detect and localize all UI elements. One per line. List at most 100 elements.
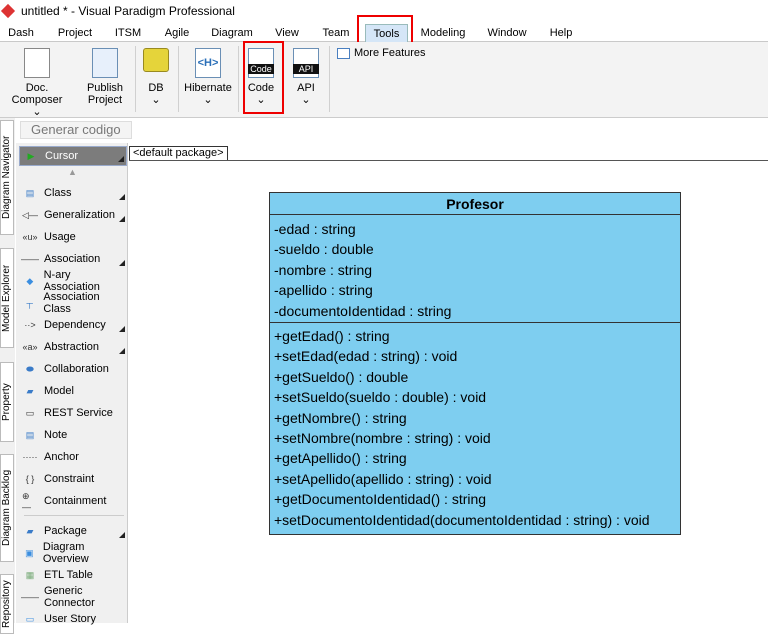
package-icon: ▰ xyxy=(26,525,34,536)
api-icon-label: API xyxy=(293,64,319,74)
class-operation[interactable]: +getSueldo() : double xyxy=(274,367,680,387)
association-class-icon: ┬ xyxy=(26,298,33,308)
tab-window[interactable]: Window xyxy=(486,24,528,42)
more-features-button[interactable]: More Features xyxy=(337,47,426,59)
publish-project-icon xyxy=(92,48,118,78)
palette-item-class[interactable]: ▤ Class xyxy=(19,183,127,203)
scroll-up-icon[interactable]: ▲ xyxy=(68,167,77,177)
palette-item-dependency[interactable]: ··> Dependency xyxy=(19,315,127,335)
tab-diagram[interactable]: Diagram xyxy=(210,24,254,42)
palette-item-note[interactable]: ▤ Note xyxy=(19,425,127,445)
palette-item-model[interactable]: ▰ Model xyxy=(19,381,127,401)
palette-item-etl-table[interactable]: ▦ ETL Table xyxy=(19,565,127,585)
tab-team[interactable]: Team xyxy=(320,24,352,42)
tab-help[interactable]: Help xyxy=(546,24,576,42)
tab-agile[interactable]: Agile xyxy=(162,24,192,42)
doc-composer-button[interactable]: Doc. Composer ⌄ xyxy=(6,46,68,118)
tab-project[interactable]: Project xyxy=(55,24,95,42)
palette-item-label: N-ary Association xyxy=(43,269,100,293)
palette-item-label: REST Service xyxy=(44,407,113,419)
class-operation[interactable]: +setDocumentoIdentidad(documentoIdentida… xyxy=(274,510,680,530)
class-operation[interactable]: +getDocumentoIdentidad() : string xyxy=(274,489,680,509)
class-attribute[interactable]: -nombre : string xyxy=(274,260,680,280)
class-operation[interactable]: +setNombre(nombre : string) : void xyxy=(274,428,680,448)
palette-item-label: Dependency xyxy=(44,319,106,331)
expand-triangle-icon[interactable] xyxy=(118,156,124,162)
palette-item-constraint[interactable]: { } Constraint xyxy=(19,469,127,489)
hibernate-button[interactable]: <H> Hibernate ⌄ xyxy=(182,46,234,106)
publish-label: Publish xyxy=(86,82,124,94)
palette-item-package[interactable]: ▰ Package xyxy=(19,521,127,541)
more-features-icon xyxy=(337,47,350,59)
tab-modeling[interactable]: Modeling xyxy=(420,24,466,42)
palette-item-generic-connector[interactable]: —— Generic Connector xyxy=(19,585,127,609)
expand-triangle-icon[interactable] xyxy=(119,260,125,266)
separator xyxy=(178,46,179,112)
palette-item-association-class[interactable]: ┬ Association Class xyxy=(19,291,127,315)
tab-itsm[interactable]: ITSM xyxy=(112,24,144,42)
palette-item-cursor[interactable]: ▶ Cursor xyxy=(19,146,127,166)
breadcrumb[interactable]: Generar codigo xyxy=(20,121,132,139)
class-operation[interactable]: +getNombre() : string xyxy=(274,408,680,428)
palette-item-generalization[interactable]: ◁— Generalization xyxy=(19,205,127,225)
side-tab-diagram-navigator[interactable]: Diagram Navigator xyxy=(0,120,14,235)
palette-item-containment[interactable]: ⊕— Containment xyxy=(19,491,127,512)
class-attribute[interactable]: -documentoIdentidad : string xyxy=(274,301,680,321)
tab-dash[interactable]: Dash xyxy=(4,24,38,42)
palette-item-diagram-overview[interactable]: ▣ Diagram Overview xyxy=(19,541,127,565)
note-icon: ▤ xyxy=(25,429,35,440)
project-label: Project xyxy=(87,94,123,106)
api-button[interactable]: API API ⌄ xyxy=(290,46,322,106)
app-logo-icon xyxy=(0,3,16,19)
side-tab-model-explorer[interactable]: Model Explorer xyxy=(0,248,14,348)
separator xyxy=(135,46,136,112)
package-tab[interactable]: <default package> xyxy=(129,146,228,161)
expand-triangle-icon[interactable] xyxy=(119,194,125,200)
separator xyxy=(238,46,239,112)
palette-item-collaboration[interactable]: ⬬ Collaboration xyxy=(19,359,127,379)
doc-composer-icon xyxy=(24,48,50,78)
publish-project-button[interactable]: Publish Project xyxy=(80,46,130,106)
db-icon xyxy=(143,48,169,72)
side-tab-repository[interactable]: Repository xyxy=(0,574,14,634)
tab-view[interactable]: View xyxy=(272,24,302,42)
expand-triangle-icon[interactable] xyxy=(119,326,125,332)
expand-triangle-icon[interactable] xyxy=(119,532,125,538)
window-title: untitled * - Visual Paradigm Professiona… xyxy=(21,4,235,18)
class-attributes: -edad : string -sueldo : double -nombre : … xyxy=(270,215,680,323)
palette-item-n-ary-association[interactable]: ◆ N-ary Association xyxy=(19,269,127,293)
palette-item-association[interactable]: —— Association xyxy=(19,249,127,269)
expand-triangle-icon[interactable] xyxy=(119,348,125,354)
side-tab-property[interactable]: Property xyxy=(0,362,14,442)
class-attribute[interactable]: -sueldo : double xyxy=(274,239,680,259)
uml-class-profesor[interactable]: Profesor -edad : string -sueldo : double -… xyxy=(269,192,681,535)
chevron-down-icon: ⌄ xyxy=(151,94,161,106)
user-story-icon: ▭ xyxy=(25,613,35,624)
class-operation[interactable]: +getEdad() : string xyxy=(274,326,680,346)
palette-item-label: Generic Connector xyxy=(44,585,95,609)
side-tab-diagram-backlog[interactable]: Diagram Backlog xyxy=(0,454,14,562)
expand-triangle-icon[interactable] xyxy=(119,216,125,222)
diagram-palette: ▶ Cursor ▤ Class ◁— Generalization «u» Usage —— A… xyxy=(16,143,128,625)
class-operation[interactable]: +getApellido() : string xyxy=(274,448,680,468)
palette-item-rest-service[interactable]: ▭ REST Service xyxy=(19,403,127,423)
etl-table-icon: ▦ xyxy=(25,569,35,580)
palette-item-anchor[interactable]: ····· Anchor xyxy=(19,447,127,467)
class-attribute[interactable]: -apellido : string xyxy=(274,280,680,300)
api-icon: API xyxy=(293,48,319,78)
anchor-icon: ····· xyxy=(22,452,38,462)
class-operation[interactable]: +setSueldo(sueldo : double) : void xyxy=(274,387,680,407)
palette-item-user-story[interactable]: ▭ User Story xyxy=(19,609,127,629)
class-operation[interactable]: +setEdad(edad : string) : void xyxy=(274,346,680,366)
class-operations: +getEdad() : string +setEdad(edad : strin… xyxy=(270,323,680,530)
palette-item-label: Diagram Overview xyxy=(42,541,89,565)
db-button[interactable]: DB ⌄ xyxy=(140,46,172,106)
palette-item-usage[interactable]: «u» Usage xyxy=(19,227,127,247)
class-operation[interactable]: +setApellido(apellido : string) : void xyxy=(274,469,680,489)
class-attribute[interactable]: -edad : string xyxy=(274,219,680,239)
generalization-icon: ◁— xyxy=(22,209,38,220)
more-features-label: More Features xyxy=(354,47,426,59)
db-label: DB xyxy=(148,82,164,94)
class-icon: ▤ xyxy=(25,187,35,198)
palette-item-abstraction[interactable]: «a» Abstraction xyxy=(19,337,127,357)
